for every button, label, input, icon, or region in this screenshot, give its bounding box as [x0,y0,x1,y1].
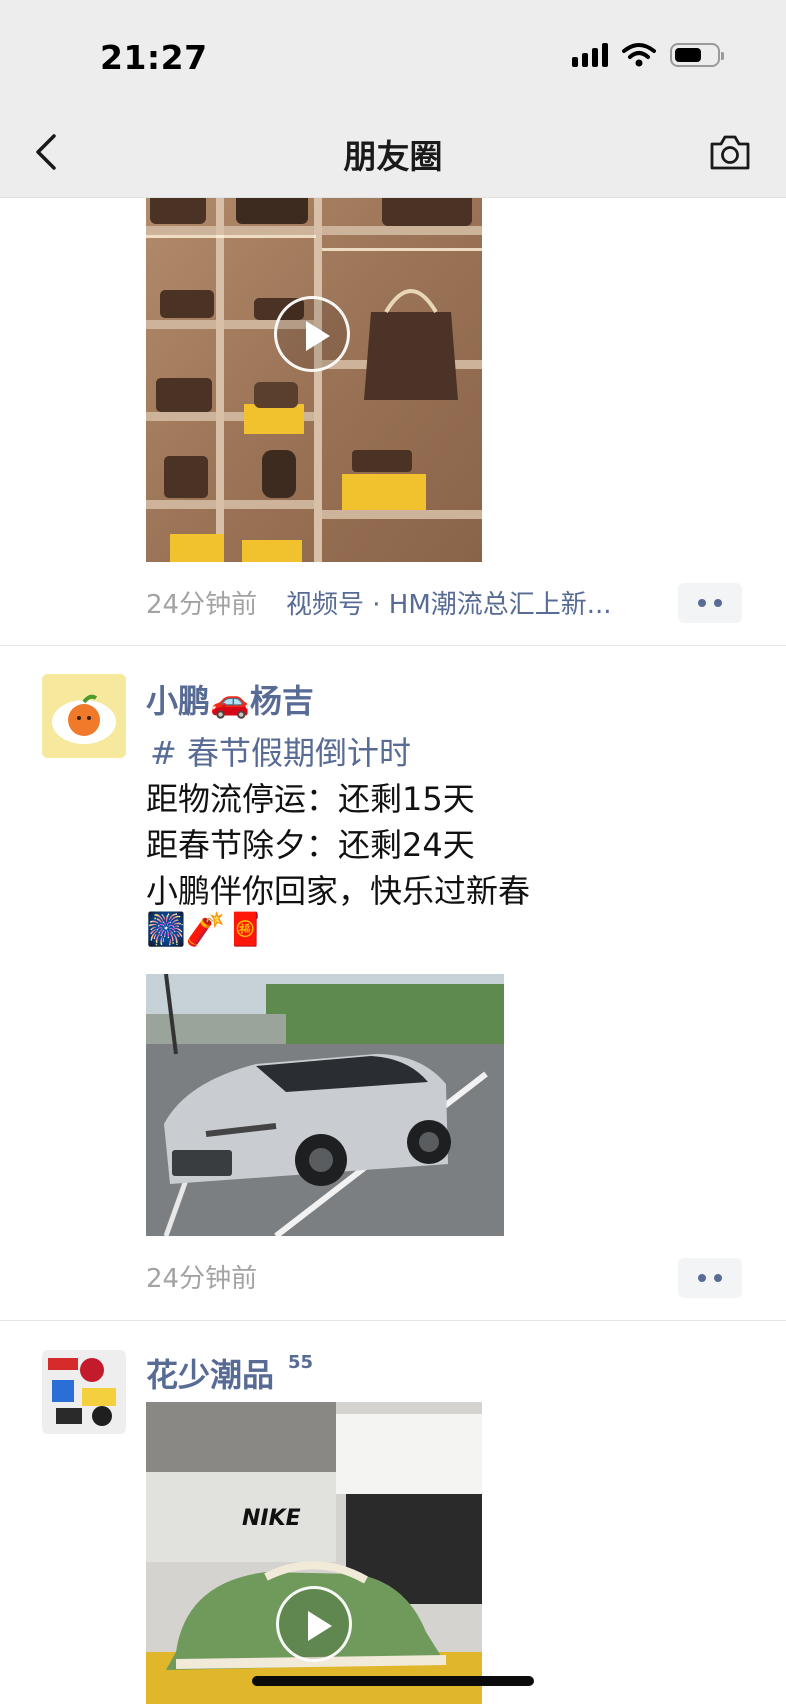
post2-text-line-2: 距春节除夕：还剩24天 [146,826,475,864]
post3-avatar[interactable] [42,1350,126,1434]
status-time: 21:27 [100,38,208,77]
post2-hashtag[interactable]: # 春节假期倒计时 [150,728,411,774]
post3-username-badge: 55 [288,1352,314,1373]
top-bar: 21:27 朋友圈 [0,0,786,198]
post1-time: 24分钟前 [146,590,258,620]
home-indicator[interactable] [252,1676,534,1686]
post3-username[interactable]: 花少潮品 [146,1350,274,1396]
post1-channel-link[interactable]: 视频号 · HM潮流总汇上新... [286,584,612,621]
post2-text-line-1: 距物流停运：还剩15天 [146,780,475,818]
post-divider [0,1320,786,1321]
status-icons [572,42,724,68]
post3-video-thumbnail[interactable]: NIKE [146,1402,482,1704]
post2-car-photo[interactable] [146,974,504,1236]
orange-character-avatar-icon [42,674,126,758]
post2-avatar[interactable] [42,674,126,758]
car-photo-image [146,974,504,1236]
dot-icon [714,1274,722,1282]
post-divider [0,645,786,646]
post3-brand-text: NIKE [242,1506,301,1531]
dot-icon [698,599,706,607]
post2-emoji-line: 🎆🧨🧧 [146,910,266,948]
post1-more-button[interactable] [678,583,742,623]
post2-time: 24分钟前 [146,1264,258,1294]
camera-icon[interactable] [708,132,752,172]
dot-icon [698,1274,706,1282]
wifi-icon [622,43,656,67]
post1-video-thumbnail[interactable] [146,150,482,562]
play-icon[interactable] [274,296,350,372]
play-icon[interactable] [276,1586,352,1662]
post2-more-button[interactable] [678,1258,742,1298]
dot-icon [714,599,722,607]
post2-username[interactable]: 小鹏🚗杨吉 [146,676,314,722]
sticker-collage-avatar-icon [42,1350,126,1434]
post2-text-line-3: 小鹏伴你回家，快乐过新春 [146,872,531,910]
battery-icon [670,43,724,67]
page-title: 朋友圈 [343,137,443,176]
cellular-signal-icon [572,43,608,67]
